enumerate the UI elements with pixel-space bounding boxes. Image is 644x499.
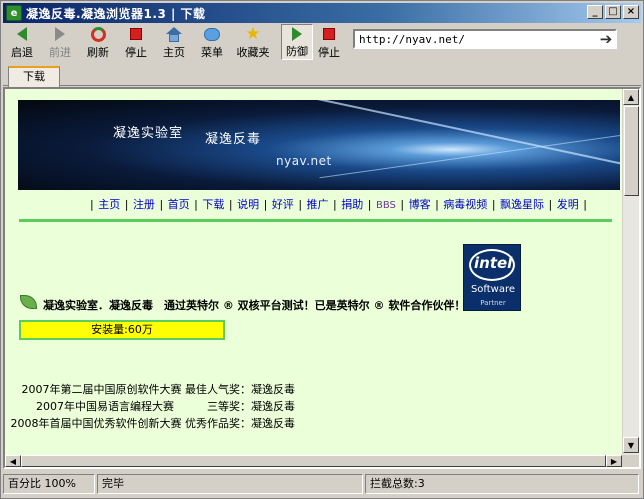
menu-label: 菜单 [201,46,223,59]
blocked-count: 拦截总数:3 [365,474,639,494]
headline: 凝逸实验室．凝逸反毒 通过英特尔 ® 双核平台测试！已是英特尔 ® 软件合作伙伴… [43,299,466,312]
menu-button[interactable]: 菜单 [193,24,231,60]
go-button[interactable]: ➔ [593,28,619,50]
star-icon: ★ [245,24,261,44]
nav-link-blog[interactable]: 博客 [409,198,431,211]
forward-button[interactable]: 前进 [41,24,79,60]
nav-link-help[interactable]: 说明 [237,198,259,211]
play-icon [288,27,306,41]
stop-button[interactable]: 停止 [117,24,155,60]
site-nav: | 主页 | 注册 | 首页 | 下载 | 说明 | 好评 | 推广 | 捐助 … [90,198,587,211]
stop-defense-label: 停止 [318,46,340,59]
title-bar[interactable]: e 凝逸反毒.凝逸浏览器1.3 | 下载 _ □ × [3,3,641,23]
stop-defense-button[interactable]: 停止 [313,24,345,60]
nav-link-starcraft[interactable]: 飘逸星际 [500,198,544,211]
back-arrow-icon [13,26,31,42]
banner-domain: nyav.net [276,154,332,168]
forward-arrow-icon [51,26,69,42]
chat-bubble-icon [203,26,221,42]
nav-link-front[interactable]: 首页 [168,198,190,211]
refresh-label: 刷新 [87,46,109,59]
close-button[interactable]: × [623,5,639,19]
site-banner: 凝逸实验室 凝逸反毒 nyav.net [18,100,620,190]
banner-product-name: 凝逸反毒 [205,132,262,147]
maximize-button[interactable]: □ [605,5,621,19]
vertical-scrollbar[interactable]: ▲ ▼ [622,89,639,455]
back-button[interactable]: 启退 [3,24,41,60]
scroll-up-button[interactable]: ▲ [623,89,639,105]
nav-link-register[interactable]: 注册 [133,198,155,211]
horizontal-scrollbar[interactable]: ◀ ▶ [5,455,622,467]
intel-partner-text: Partner [480,299,506,307]
stop-icon [320,26,338,42]
scroll-down-button[interactable]: ▼ [623,437,639,453]
back-label: 启退 [11,46,33,59]
arrow-right-icon: ➔ [599,30,613,48]
browser-window: e 凝逸反毒.凝逸浏览器1.3 | 下载 _ □ × 启退 前进 刷新 停止 主… [0,0,644,499]
divider [19,219,612,222]
horizontal-scroll-thumb[interactable] [21,455,606,467]
tab-strip: 下载 [3,64,641,87]
nav-link-virus-video[interactable]: 病毒视频 [443,198,487,211]
nav-link-promote[interactable]: 推广 [307,198,329,211]
intel-partner-badge[interactable]: intel Software Partner [463,244,521,311]
awards-list: 2007年第二届中国原创软件大赛 最佳人气奖：凝逸反毒 2007年中国易语言编程… [5,381,296,432]
scroll-right-button[interactable]: ▶ [606,455,622,467]
nav-link-invention[interactable]: 发明 [557,198,579,211]
banner-lab-name: 凝逸实验室 [113,126,184,141]
load-status: 完毕 [97,474,363,494]
zoom-status[interactable]: 百分比 100% [3,474,95,494]
nav-link-reviews[interactable]: 好评 [272,198,294,211]
app-icon: e [6,5,22,21]
stop-label: 停止 [125,46,147,59]
nav-link-bbs[interactable]: BBS [376,200,396,211]
window-title: 凝逸反毒.凝逸浏览器1.3 | 下载 [26,6,206,21]
status-bar: 百分比 100% 完毕 拦截总数:3 [3,472,641,496]
favorites-label: 收藏夹 [236,46,270,59]
address-bar[interactable] [353,29,617,49]
award-item: 2008年首届中国优秀软件创新大赛 优秀作品奖：凝逸反毒 [10,417,296,430]
address-input[interactable] [355,31,615,47]
tab-download[interactable]: 下载 [8,66,60,87]
home-button[interactable]: 主页 [155,24,193,60]
nav-link-home[interactable]: 主页 [98,198,120,211]
minimize-button[interactable]: _ [587,5,603,19]
scroll-left-button[interactable]: ◀ [5,455,21,467]
scroll-corner [622,455,639,467]
award-item: 2007年中国易语言编程大赛 三等奖：凝逸反毒 [36,400,295,413]
web-page: 凝逸实验室 凝逸反毒 nyav.net | 主页 | 注册 | 首页 | 下载 … [5,89,622,455]
page-viewport: 凝逸实验室 凝逸反毒 nyav.net | 主页 | 注册 | 首页 | 下载 … [3,87,641,469]
defense-button[interactable]: 防御 [281,24,313,60]
intel-brand: intel [474,254,513,272]
nav-link-donate[interactable]: 捐助 [341,198,363,211]
home-label: 主页 [163,46,185,59]
home-icon [165,26,183,42]
leaf-icon [20,295,37,309]
refresh-button[interactable]: 刷新 [79,24,117,60]
refresh-icon [89,26,107,42]
award-item: 2007年第二届中国原创软件大赛 最佳人气奖：凝逸反毒 [21,383,296,396]
forward-label: 前进 [49,46,71,59]
intel-software-text: Software [470,284,516,295]
favorites-button[interactable]: ★ 收藏夹 [231,24,275,60]
defense-label: 防御 [286,45,308,58]
install-count-badge: 安装量:60万 [19,320,225,340]
window-controls: _ □ × [587,5,639,19]
stop-icon [127,26,145,42]
nav-link-download[interactable]: 下载 [202,198,224,211]
vertical-scroll-thumb[interactable] [624,106,639,196]
